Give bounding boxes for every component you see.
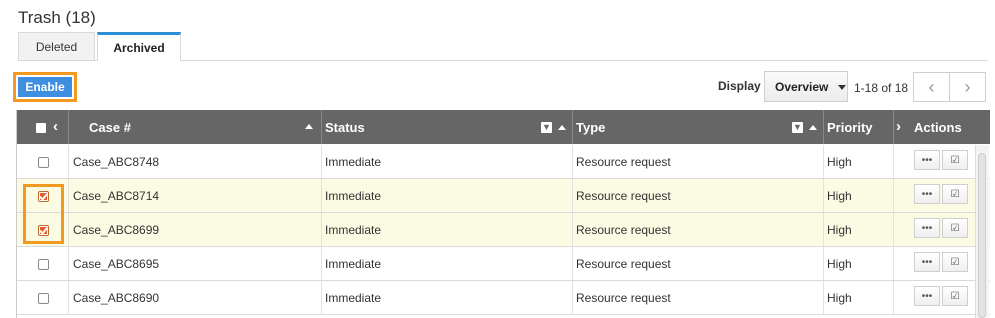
- table-row[interactable]: Case_ABC8690 Immediate Resource request Hig…: [17, 281, 990, 315]
- type-cell: Resource request: [573, 247, 824, 280]
- chevron-left-icon: ‹: [928, 76, 935, 97]
- column-header-actions: › Actions: [896, 118, 962, 135]
- status-cell: Immediate: [322, 179, 573, 212]
- actions-cell: ••• ☑: [894, 213, 975, 246]
- tab-archived[interactable]: Archived: [97, 32, 181, 61]
- more-actions-button[interactable]: •••: [914, 184, 940, 204]
- priority-cell: High: [824, 145, 894, 178]
- case-cell[interactable]: Case_ABC8748: [69, 145, 322, 178]
- more-icon: •••: [921, 256, 933, 268]
- view-select[interactable]: Overview: [764, 71, 848, 102]
- pagination-range: 1-18 of 18: [854, 81, 909, 95]
- row-checkbox[interactable]: [38, 157, 49, 168]
- row-checkbox[interactable]: [38, 259, 49, 270]
- edit-icon: ☑: [950, 256, 960, 268]
- edit-button[interactable]: ☑: [942, 218, 968, 238]
- table-row[interactable]: Case_ABC8695 Immediate Resource request Hig…: [17, 247, 990, 281]
- enable-button-highlight: Enable: [13, 72, 77, 102]
- tab-deleted[interactable]: Deleted: [18, 32, 95, 60]
- case-cell[interactable]: Case_ABC8695: [69, 247, 322, 280]
- edit-icon: ☑: [950, 154, 960, 166]
- case-cell[interactable]: Case_ABC8699: [69, 213, 322, 246]
- case-cell[interactable]: Case_ABC8714: [69, 179, 322, 212]
- status-cell: Immediate: [322, 281, 573, 314]
- more-actions-button[interactable]: •••: [914, 150, 940, 170]
- status-cell: Immediate: [322, 145, 573, 178]
- type-cell: Resource request: [573, 281, 824, 314]
- case-cell[interactable]: Case_ABC8690: [69, 281, 322, 314]
- actions-cell: ••• ☑: [894, 145, 975, 178]
- view-select-value: Overview: [775, 80, 829, 94]
- status-cell: Immediate: [322, 213, 573, 246]
- column-header-status[interactable]: Status ▼: [322, 110, 573, 144]
- table-row[interactable]: Case_ABC8748 Immediate Resource request Hig…: [17, 145, 990, 179]
- type-cell: Resource request: [573, 145, 824, 178]
- more-icon: •••: [921, 222, 933, 234]
- edit-button[interactable]: ☑: [942, 184, 968, 204]
- more-icon: •••: [921, 154, 933, 166]
- priority-cell: High: [824, 247, 894, 280]
- chevron-right-icon: ›: [964, 76, 971, 97]
- edit-button[interactable]: ☑: [942, 150, 968, 170]
- column-header-type[interactable]: Type ▼: [573, 110, 824, 144]
- sort-asc-icon[interactable]: [305, 124, 313, 129]
- prev-page-button[interactable]: ‹: [913, 72, 950, 102]
- row-select-cell: [17, 281, 69, 314]
- more-actions-button[interactable]: •••: [914, 252, 940, 272]
- edit-icon: ☑: [950, 290, 960, 302]
- scrollbar-thumb[interactable]: [978, 153, 986, 318]
- enable-button[interactable]: Enable: [18, 77, 72, 97]
- more-icon: •••: [921, 188, 933, 200]
- grid-header: ‹ Case # Status ▼ Type ▼ Priority › Acti…: [17, 110, 990, 144]
- more-icon: •••: [921, 290, 933, 302]
- edit-button[interactable]: ☑: [942, 286, 968, 306]
- select-all-cell: ‹: [17, 110, 69, 144]
- priority-cell: High: [824, 213, 894, 246]
- row-select-cell: [17, 145, 69, 178]
- filter-icon[interactable]: ▼: [792, 122, 803, 133]
- more-actions-button[interactable]: •••: [914, 286, 940, 306]
- edit-button[interactable]: ☑: [942, 252, 968, 272]
- cases-grid: ‹ Case # Status ▼ Type ▼ Priority › Acti…: [16, 110, 990, 318]
- type-cell: Resource request: [573, 213, 824, 246]
- row-checkbox[interactable]: [38, 293, 49, 304]
- type-cell: Resource request: [573, 179, 824, 212]
- column-header-priority[interactable]: Priority: [824, 110, 894, 144]
- actions-cell: ••• ☑: [894, 179, 975, 212]
- edit-icon: ☑: [950, 188, 960, 200]
- sort-asc-icon[interactable]: [558, 125, 566, 130]
- priority-cell: High: [824, 281, 894, 314]
- page-title: Trash (18): [18, 8, 96, 27]
- row-select-cell: [17, 247, 69, 280]
- next-page-button[interactable]: ›: [949, 72, 986, 102]
- priority-cell: High: [824, 179, 894, 212]
- sort-asc-icon[interactable]: [809, 125, 817, 130]
- edit-icon: ☑: [950, 222, 960, 234]
- collapse-left-icon[interactable]: ‹: [53, 118, 58, 135]
- status-cell: Immediate: [322, 247, 573, 280]
- tab-bar: Deleted Archived: [18, 32, 988, 61]
- more-actions-button[interactable]: •••: [914, 218, 940, 238]
- column-header-case[interactable]: Case #: [69, 110, 322, 144]
- filter-icon[interactable]: ▼: [541, 122, 552, 133]
- chevron-down-icon: [838, 85, 846, 90]
- actions-cell: ••• ☑: [894, 247, 975, 280]
- display-label: Display: [718, 79, 761, 93]
- expand-right-icon[interactable]: ›: [896, 118, 901, 135]
- table-row[interactable]: Case_ABC8699 Immediate Resource request Hig…: [17, 213, 990, 247]
- table-row[interactable]: Case_ABC8714 Immediate Resource request Hig…: [17, 179, 990, 213]
- actions-cell: ••• ☑: [894, 281, 975, 314]
- select-all-checkbox[interactable]: [36, 123, 46, 133]
- vertical-scrollbar[interactable]: [975, 145, 989, 318]
